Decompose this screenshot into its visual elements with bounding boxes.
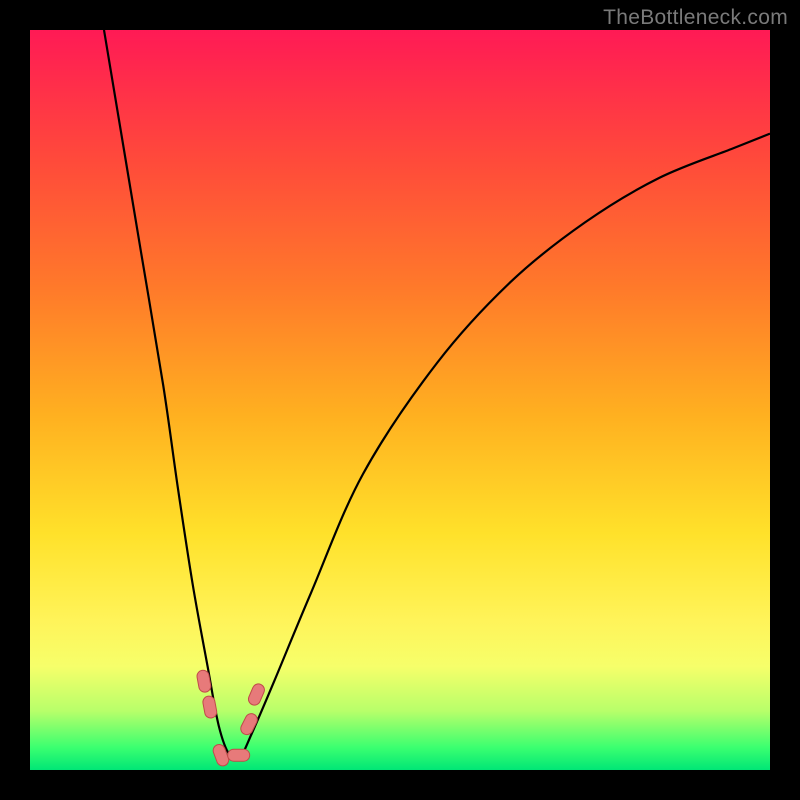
curve-svg xyxy=(30,30,770,770)
trough-marker xyxy=(247,682,267,707)
trough-marker xyxy=(239,712,260,737)
plot-area xyxy=(30,30,770,770)
watermark-text: TheBottleneck.com xyxy=(603,6,788,30)
trough-markers-group xyxy=(196,669,266,767)
chart-container: TheBottleneck.com xyxy=(0,0,800,800)
trough-marker xyxy=(228,749,250,761)
trough-marker xyxy=(202,695,218,719)
bottleneck-curve xyxy=(104,30,770,758)
